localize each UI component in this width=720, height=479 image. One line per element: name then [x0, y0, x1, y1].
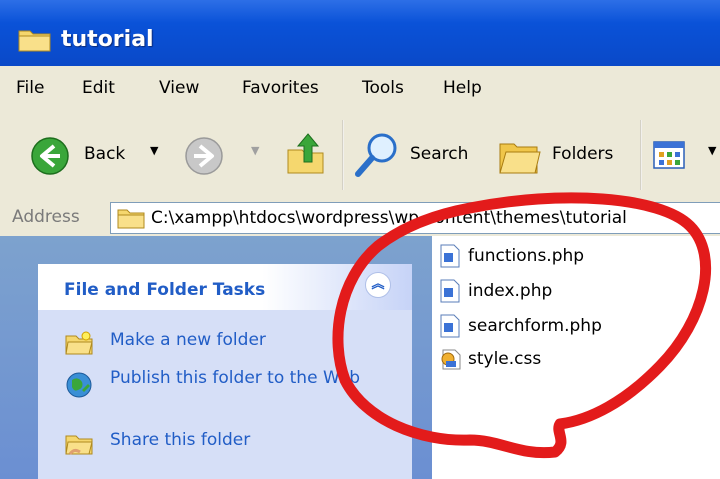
collapse-chevron-icon[interactable]: ︽ [365, 272, 391, 298]
share-folder-icon [65, 435, 93, 455]
back-arrow-icon[interactable] [30, 136, 70, 176]
file-name: functions.php [468, 246, 585, 266]
toolbar: Back ▼ ▼ Search Folders ▼ [0, 110, 720, 199]
file-name: style.css [468, 349, 542, 369]
file-name: index.php [468, 281, 553, 301]
file-item[interactable]: functions.php [440, 244, 584, 270]
css-file-icon [441, 349, 461, 370]
address-label: Address [12, 207, 80, 227]
window-title: tutorial [61, 27, 154, 52]
title-bar[interactable]: tutorial [0, 0, 720, 66]
folder-icon [18, 30, 51, 52]
task-panel-title: File and Folder Tasks [64, 280, 266, 300]
task-share-folder[interactable]: Share this folder [110, 430, 250, 451]
new-folder-icon [65, 331, 93, 355]
address-bar: Address C:\xampp\htdocs\wordpress\wp-con… [0, 198, 720, 236]
php-file-icon [440, 244, 460, 268]
forward-dropdown-icon[interactable]: ▼ [251, 144, 259, 157]
file-name: searchform.php [468, 316, 602, 336]
up-folder-icon[interactable] [284, 130, 328, 178]
file-item[interactable]: style.css [440, 347, 541, 373]
menu-view[interactable]: View [159, 78, 199, 98]
file-folder-tasks-panel: File and Folder Tasks ︽ Make a new folde… [38, 264, 412, 479]
folder-icon [117, 209, 145, 229]
views-dropdown-icon[interactable]: ▼ [708, 144, 716, 157]
forward-arrow-icon[interactable] [184, 136, 224, 176]
folders-icon[interactable] [496, 134, 544, 178]
task-pane: File and Folder Tasks ︽ Make a new folde… [0, 236, 432, 479]
folders-button[interactable]: Folders [552, 144, 613, 164]
back-button[interactable]: Back [84, 144, 125, 164]
views-icon[interactable] [652, 138, 686, 172]
menu-file[interactable]: File [16, 78, 44, 98]
menu-edit[interactable]: Edit [82, 78, 115, 98]
file-item[interactable]: searchform.php [440, 314, 602, 340]
address-field[interactable]: C:\xampp\htdocs\wordpress\wp-content\the… [110, 202, 720, 234]
file-list: functions.php index.php searchform.php s… [432, 236, 720, 479]
search-icon[interactable] [354, 130, 402, 178]
address-path: C:\xampp\htdocs\wordpress\wp-content\the… [151, 208, 627, 228]
task-panel-header[interactable]: File and Folder Tasks ︽ [38, 264, 412, 310]
menu-bar: File Edit View Favorites Tools Help [0, 66, 720, 111]
file-item[interactable]: index.php [440, 279, 552, 305]
task-make-new-folder[interactable]: Make a new folder [110, 330, 266, 351]
php-file-icon [440, 314, 460, 338]
menu-favorites[interactable]: Favorites [242, 78, 319, 98]
php-file-icon [440, 279, 460, 303]
search-button[interactable]: Search [410, 144, 468, 164]
publish-web-icon [66, 372, 92, 398]
back-dropdown-icon[interactable]: ▼ [150, 144, 158, 157]
menu-help[interactable]: Help [443, 78, 482, 98]
menu-tools[interactable]: Tools [362, 78, 404, 98]
task-publish-folder-web[interactable]: Publish this folder to the Web [110, 368, 370, 389]
